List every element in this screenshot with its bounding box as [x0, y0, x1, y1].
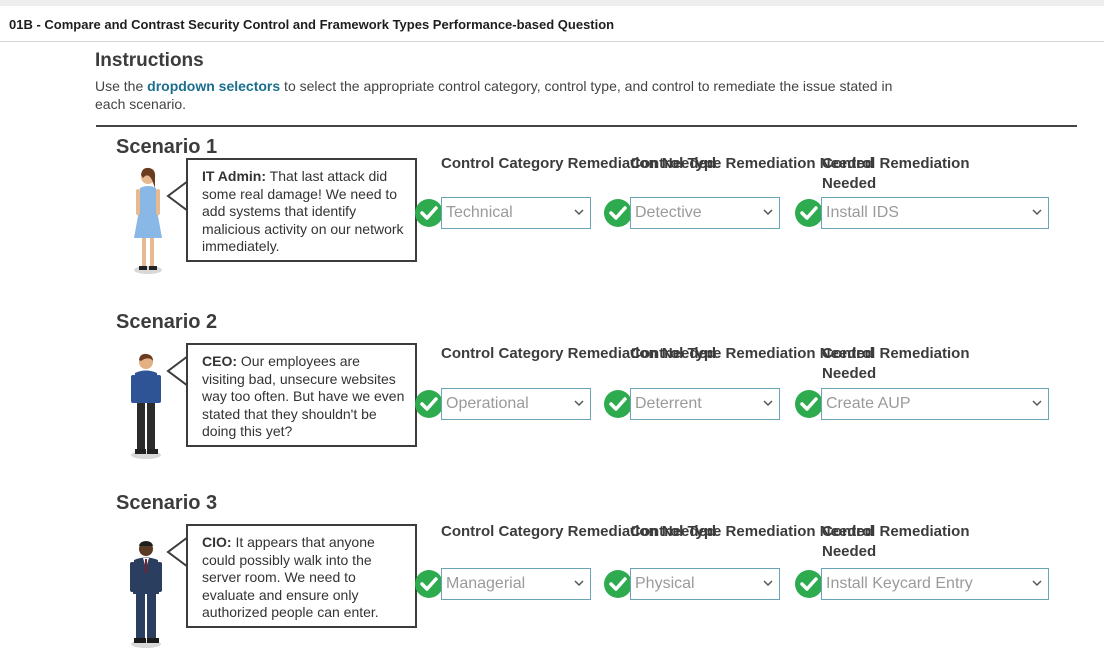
speech-bubble: CIO: It appears that anyone could possib…	[186, 524, 417, 628]
speech-bubble: CEO: Our employees are visiting bad, uns…	[186, 343, 417, 447]
check-circle-icon	[604, 199, 632, 227]
speaker-name: CIO:	[202, 534, 232, 550]
remediation-select[interactable]: Create AUP	[821, 388, 1049, 420]
scenario-3: Scenario 3 CIO: It appears that anyone c…	[0, 492, 1104, 662]
chevron-down-icon	[1032, 580, 1042, 587]
chevron-down-icon	[763, 400, 773, 407]
chevron-down-icon	[574, 580, 584, 587]
scenario-title: Scenario 1	[116, 136, 218, 158]
type-select-value: Physical	[635, 575, 695, 592]
type-select[interactable]: Deterrent	[630, 388, 780, 420]
chevron-down-icon	[574, 400, 584, 407]
scenario-1: Scenario 1 IT Admin: That last attack di…	[0, 136, 1104, 306]
instructions-title: Instructions	[95, 50, 204, 71]
scenario-title: Scenario 2	[116, 311, 218, 333]
category-select-value: Operational	[446, 395, 529, 412]
type-select[interactable]: Detective	[630, 197, 780, 229]
category-select-value: Technical	[446, 204, 513, 221]
woman-avatar	[134, 167, 162, 274]
scenario-2: Scenario 2 CEO: Our employees are visiti…	[0, 311, 1104, 481]
check-circle-icon	[415, 390, 443, 418]
man-avatar	[131, 353, 161, 459]
scenario-title: Scenario 3	[116, 492, 218, 514]
remediation-select-value: Create AUP	[826, 395, 911, 412]
check-circle-icon	[604, 570, 632, 598]
remediation-column-label: Control Remediation Needed	[822, 155, 970, 192]
type-select-value: Deterrent	[635, 395, 702, 412]
chevron-down-icon	[1032, 400, 1042, 407]
chevron-down-icon	[763, 580, 773, 587]
type-select[interactable]: Physical	[630, 568, 780, 600]
page-header: 01B - Compare and Contrast Security Cont…	[0, 6, 1104, 42]
remediation-select[interactable]: Install IDS	[821, 197, 1049, 229]
remediation-column-label: Control Remediation Needed	[822, 523, 970, 560]
category-select-value: Managerial	[446, 575, 526, 592]
page-title: 01B - Compare and Contrast Security Cont…	[9, 17, 615, 32]
remediation-select[interactable]: Install Keycard Entry	[821, 568, 1049, 600]
category-select[interactable]: Managerial	[441, 568, 591, 600]
category-select[interactable]: Operational	[441, 388, 591, 420]
check-circle-icon	[795, 390, 823, 418]
speaker-name: IT Admin:	[202, 168, 267, 184]
check-circle-icon	[415, 199, 443, 227]
instructions-text-before: Use the	[95, 78, 148, 94]
remediation-column-label: Control Remediation Needed	[822, 345, 970, 382]
instructions-text: Use the dropdown selectors to select the…	[95, 77, 895, 113]
check-circle-icon	[604, 390, 632, 418]
speech-bubble: IT Admin: That last attack did some real…	[186, 158, 417, 262]
check-circle-icon	[415, 570, 443, 598]
check-circle-icon	[795, 570, 823, 598]
businessman-avatar	[130, 541, 162, 648]
type-select-value: Detective	[635, 204, 702, 221]
remediation-select-value: Install IDS	[826, 204, 899, 221]
instructions-highlight: dropdown selectors	[147, 78, 281, 94]
category-select[interactable]: Technical	[441, 197, 591, 229]
check-circle-icon	[795, 199, 823, 227]
speaker-name: CEO:	[202, 353, 237, 369]
chevron-down-icon	[1032, 209, 1042, 216]
divider	[96, 125, 1077, 127]
chevron-down-icon	[763, 209, 773, 216]
chevron-down-icon	[574, 209, 584, 216]
remediation-select-value: Install Keycard Entry	[826, 575, 973, 592]
